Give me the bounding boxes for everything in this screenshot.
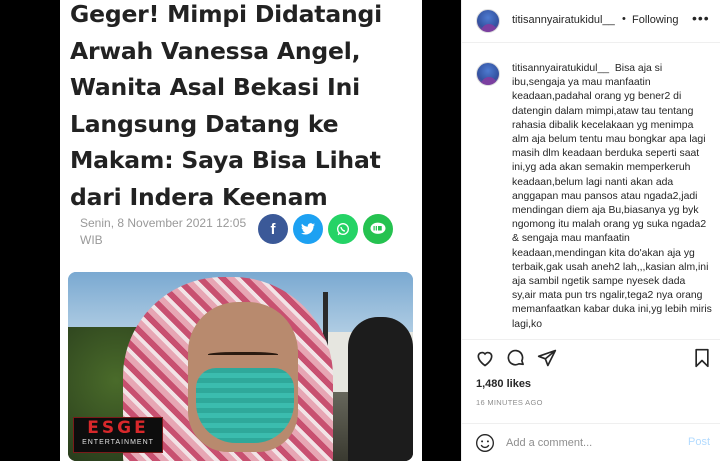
post-timestamp[interactable]: 16 MINUTES AGO (476, 398, 543, 407)
action-bar (462, 339, 720, 369)
comment-icon[interactable] (506, 348, 526, 368)
article-headline: Geger! Mimpi Didatangi Arwah Vanessa Ang… (70, 0, 383, 211)
post-details-panel: titisannyairatukidul__ • Following ••• t… (461, 0, 720, 461)
bookmark-icon[interactable] (692, 348, 712, 368)
post-caption: titisannyairatukidul__ Bisa aja si ibu,s… (512, 62, 712, 332)
facebook-icon: f (258, 214, 288, 244)
share-icon[interactable] (537, 348, 557, 368)
more-options-icon[interactable]: ••• (692, 10, 710, 26)
caption-text: Bisa aja si ibu,sengaja ya mau manfaatin… (512, 63, 712, 330)
post-media[interactable]: Geger! Mimpi Didatangi Arwah Vanessa Ang… (0, 0, 461, 461)
post-header: titisannyairatukidul__ • Following ••• (462, 0, 720, 43)
caption-avatar[interactable] (476, 62, 500, 86)
article-photo: ESGE ENTERTAINMENT (68, 272, 413, 461)
article-dateline: Senin, 8 November 2021 12:05 WIB (80, 216, 247, 247)
username-link[interactable]: titisannyairatukidul__ (512, 14, 615, 26)
article-screenshot: Geger! Mimpi Didatangi Arwah Vanessa Ang… (60, 0, 422, 461)
avatar[interactable] (476, 9, 500, 33)
separator-dot: • (622, 13, 626, 25)
comments-section[interactable]: titisannyairatukidul__ Bisa aja si ibu,s… (462, 44, 720, 339)
comment-input[interactable] (506, 434, 676, 452)
heart-icon[interactable] (475, 348, 495, 368)
add-comment-bar: Post (462, 423, 720, 461)
esge-logo: ESGE ENTERTAINMENT (73, 417, 163, 453)
likes-count[interactable]: 1,480 likes (476, 378, 531, 390)
line-icon (363, 214, 393, 244)
twitter-icon (293, 214, 323, 244)
post-comment-button[interactable]: Post (688, 436, 710, 448)
following-button[interactable]: Following (632, 14, 678, 26)
whatsapp-icon (328, 214, 358, 244)
emoji-icon[interactable] (475, 433, 495, 453)
caption-username[interactable]: titisannyairatukidul__ (512, 63, 609, 74)
